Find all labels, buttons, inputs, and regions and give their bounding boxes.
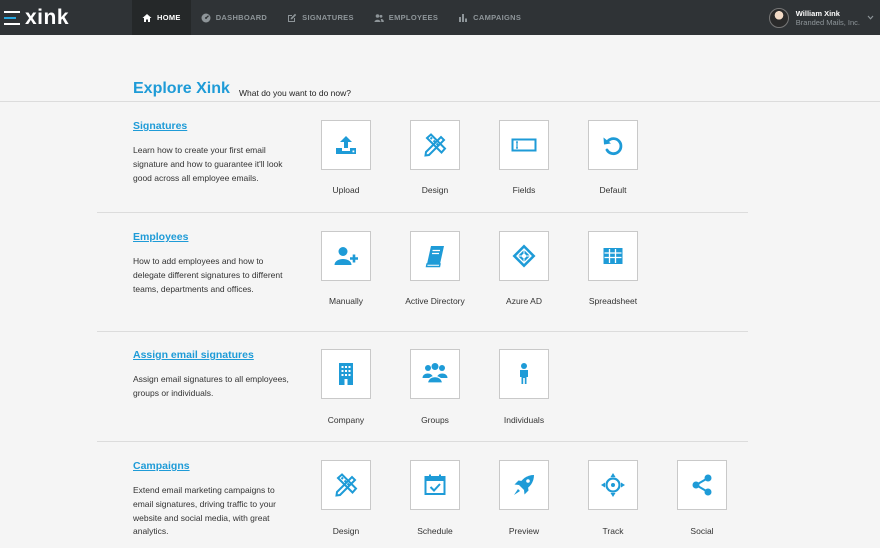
- brand[interactable]: xink: [4, 6, 69, 30]
- section-desc-campaigns: Extend email marketing campaigns to emai…: [133, 485, 276, 537]
- section-desc-employees: How to add employees and how to delegate…: [133, 256, 283, 294]
- tile-track[interactable]: [588, 460, 638, 510]
- dashboard-icon: [201, 13, 211, 22]
- tile-upload[interactable]: [321, 120, 371, 170]
- nav-dashboard[interactable]: DASHBOARD: [191, 0, 277, 35]
- chevron-down-icon[interactable]: [867, 14, 874, 21]
- bar-chart-icon: [459, 13, 468, 22]
- design-icon: [424, 133, 447, 157]
- user-name: William Xink: [795, 8, 840, 18]
- tile-company[interactable]: [321, 349, 371, 399]
- tile-spreadsheet[interactable]: [588, 231, 638, 281]
- crosshair-icon: [601, 473, 625, 497]
- section-title-assign[interactable]: Assign email signatures: [133, 349, 254, 361]
- tile-preview[interactable]: [499, 460, 549, 510]
- tile-label-fields: Fields: [512, 185, 536, 195]
- nav-employees-label: EMPLOYEES: [388, 13, 439, 22]
- tile-label-schedule: Schedule: [417, 526, 453, 536]
- logo: xink: [25, 6, 70, 29]
- tile-label-manually: Manually: [328, 296, 364, 306]
- users-icon: [374, 13, 384, 22]
- rocket-icon: [514, 475, 534, 495]
- tile-fields[interactable]: [499, 120, 549, 170]
- section-desc-signatures: Learn how to create your first email sig…: [133, 145, 283, 183]
- nav-home[interactable]: HOME: [132, 0, 191, 35]
- user-company: Branded Mails, Inc.: [795, 17, 860, 27]
- page-subtitle: What do you want to do now?: [239, 88, 351, 98]
- tile-label-groups: Groups: [421, 415, 449, 425]
- share-icon: [692, 474, 712, 496]
- tile-campaign-design[interactable]: [321, 460, 371, 510]
- section-desc-assign: Assign email signatures to all employees…: [133, 374, 289, 398]
- tile-label-preview: Preview: [508, 526, 540, 536]
- tile-label-design: Design: [421, 185, 449, 195]
- tile-active-directory[interactable]: [410, 231, 460, 281]
- fields-icon: [511, 138, 537, 152]
- tile-label-active-directory: Active Directory: [405, 296, 465, 306]
- nav-campaigns[interactable]: CAMPAIGNS: [448, 0, 531, 35]
- person-icon: [520, 363, 528, 384]
- design-icon: [335, 473, 358, 497]
- building-icon: [339, 363, 353, 385]
- user-menu[interactable]: William Xink Branded Mails, Inc.: [768, 0, 874, 35]
- divider: [97, 441, 748, 442]
- avatar: [768, 7, 789, 28]
- section-title-signatures[interactable]: Signatures: [133, 120, 187, 132]
- home-icon: [142, 13, 152, 22]
- tile-label-individuals: Individuals: [503, 415, 545, 425]
- tile-default[interactable]: [588, 120, 638, 170]
- tile-individuals[interactable]: [499, 349, 549, 399]
- section-title-campaigns[interactable]: Campaigns: [133, 460, 190, 472]
- divider: [97, 212, 748, 213]
- tile-label-campaign-design: Design: [332, 526, 360, 536]
- upload-icon: [336, 136, 356, 154]
- tile-social[interactable]: [677, 460, 727, 510]
- nav-signatures[interactable]: SIGNATURES: [277, 0, 364, 35]
- tile-design[interactable]: [410, 120, 460, 170]
- divider: [0, 101, 880, 102]
- page-title: Explore Xink: [133, 80, 230, 97]
- tile-label-upload: Upload: [332, 185, 360, 195]
- tile-label-default: Default: [599, 185, 627, 195]
- tile-label-spreadsheet: Spreadsheet: [588, 296, 638, 306]
- tile-label-azure-ad: Azure AD: [506, 296, 542, 306]
- menu-icon[interactable]: [4, 10, 20, 26]
- calendar-icon: [424, 474, 446, 495]
- tile-azure-ad[interactable]: [499, 231, 549, 281]
- nav-dashboard-label: DASHBOARD: [215, 13, 268, 22]
- table-icon: [603, 248, 623, 264]
- tile-label-track: Track: [602, 526, 624, 536]
- nav-employees[interactable]: EMPLOYEES: [364, 0, 448, 35]
- add-user-icon: [334, 247, 358, 265]
- main-nav: HOME DASHBOARD SIGNATURES EMPLOYEES CAMP…: [132, 0, 531, 35]
- nav-home-label: HOME: [157, 13, 181, 22]
- undo-icon: [603, 137, 623, 155]
- tile-schedule[interactable]: [410, 460, 460, 510]
- tile-label-social: Social: [690, 526, 714, 536]
- nav-signatures-label: SIGNATURES: [302, 13, 354, 22]
- top-navbar: xink HOME DASHBOARD SIGNATURES EMPLOYEES…: [0, 0, 880, 35]
- tile-groups[interactable]: [410, 349, 460, 399]
- book-icon: [425, 246, 444, 268]
- azure-icon: [512, 244, 536, 268]
- section-title-employees[interactable]: Employees: [133, 231, 188, 243]
- edit-icon: [288, 13, 297, 22]
- tile-manually[interactable]: [321, 231, 371, 281]
- tile-label-company: Company: [327, 415, 365, 425]
- nav-campaigns-label: CAMPAIGNS: [473, 13, 522, 22]
- divider: [97, 331, 748, 332]
- group-icon: [422, 363, 448, 384]
